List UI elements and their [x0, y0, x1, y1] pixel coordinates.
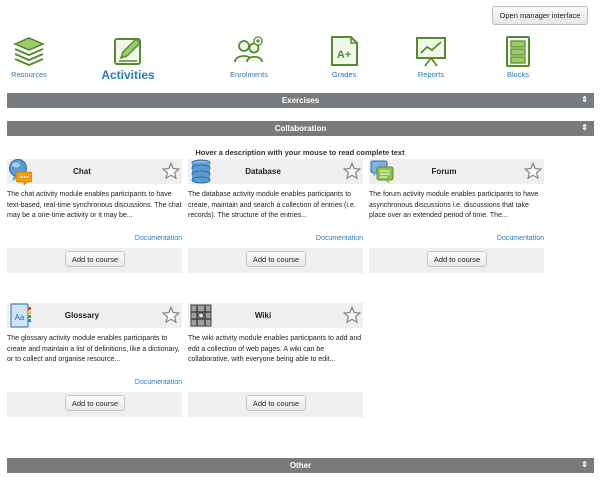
star-favourite-icon[interactable] — [343, 306, 361, 324]
add-to-course-button[interactable]: Add to course — [65, 395, 125, 411]
nav-grades[interactable]: A+ Grades — [315, 34, 373, 79]
section-exercises-header[interactable]: Exercises ⇕ — [7, 93, 594, 108]
nav-activities[interactable]: Activities — [99, 34, 157, 82]
card-footer: Add to course — [7, 248, 182, 273]
nav-enrolments[interactable]: Enrolments — [220, 34, 278, 79]
nav-activities-label: Activities — [101, 68, 155, 82]
card-title: Database — [245, 167, 281, 176]
section-collaboration-label: Collaboration — [274, 124, 327, 133]
nav-resources-label: Resources — [11, 70, 47, 79]
section-collaboration-header[interactable]: Collaboration ⇕ — [7, 121, 594, 136]
grades-aplus-icon: A+ — [331, 36, 358, 66]
documentation-link[interactable]: Documentation — [497, 235, 544, 242]
section-other-label: Other — [289, 461, 312, 470]
card-title: Forum — [431, 167, 457, 176]
card-footer: Add to course — [188, 248, 363, 273]
add-to-course-button[interactable]: Add to course — [427, 251, 487, 267]
nav-reports[interactable]: Reports — [402, 34, 460, 79]
star-favourite-icon[interactable] — [162, 162, 180, 180]
nav-resources[interactable]: Resources — [0, 34, 58, 79]
nav-reports-label: Reports — [417, 70, 445, 79]
card-header: Wiki — [188, 303, 363, 328]
activities-edit-icon — [114, 37, 142, 65]
card-title: Chat — [73, 167, 91, 176]
reports-chart-icon — [416, 37, 446, 67]
card-footer: Add to course — [369, 248, 544, 273]
add-to-course-button[interactable]: Add to course — [246, 251, 306, 267]
module-card-wiki: Wiki The wiki activity module enables pa… — [188, 303, 363, 418]
expand-collapse-icon[interactable]: ⇕ — [581, 95, 588, 104]
card-header: Forum — [369, 159, 544, 184]
star-favourite-icon[interactable] — [524, 162, 542, 180]
expand-collapse-icon[interactable]: ⇕ — [581, 460, 588, 469]
card-footer: Add to course — [188, 392, 363, 417]
nav-grades-label: Grades — [331, 70, 357, 79]
module-card-chat: Chat The chat activity module enables pa… — [7, 159, 182, 274]
nav-enrolments-label: Enrolments — [230, 70, 268, 79]
card-title: Wiki — [254, 311, 272, 320]
documentation-link[interactable]: Documentation — [135, 379, 182, 386]
card-header: Chat — [7, 159, 182, 185]
documentation-link[interactable]: Documentation — [135, 235, 182, 242]
section-exercises-label: Exercises — [281, 96, 320, 105]
module-card-glossary: Aa Glossary The glossary activity module… — [7, 303, 182, 418]
resources-layers-icon — [13, 37, 45, 67]
module-card-forum: Forum The forum activity module enables … — [369, 159, 544, 274]
card-footer: Add to course — [7, 392, 182, 417]
card-header: Aa Glossary — [7, 303, 182, 328]
add-to-course-button[interactable]: Add to course — [246, 395, 306, 411]
documentation-link[interactable]: Documentation — [316, 235, 363, 242]
module-card-database: Database The database activity module en… — [188, 159, 363, 274]
section-other-header[interactable]: Other ⇕ — [7, 458, 594, 473]
star-favourite-icon[interactable] — [343, 162, 361, 180]
card-description: The glossary activity module enables par… — [7, 335, 180, 363]
nav-blocks[interactable]: Blocks — [489, 34, 547, 79]
svg-text:A+: A+ — [337, 49, 351, 61]
card-header: Database — [188, 159, 363, 184]
star-favourite-icon[interactable] — [162, 306, 180, 324]
card-description: The chat activity module enables partici… — [7, 191, 182, 219]
add-to-course-button[interactable]: Add to course — [65, 251, 125, 267]
card-description: The forum activity module enables partic… — [369, 191, 539, 219]
hover-instruction: Hover a description with your mouse to r… — [195, 148, 405, 157]
card-title: Glossary — [64, 311, 100, 320]
blocks-list-icon — [506, 36, 530, 67]
expand-collapse-icon[interactable]: ⇕ — [581, 123, 588, 132]
card-description: The wiki activity module enables partici… — [188, 335, 362, 363]
open-manager-interface-button[interactable]: Open manager interface — [492, 6, 588, 25]
nav-blocks-label: Blocks — [506, 70, 530, 79]
enrolments-users-icon — [234, 36, 263, 63]
card-description: The database activity module enables par… — [188, 191, 356, 219]
